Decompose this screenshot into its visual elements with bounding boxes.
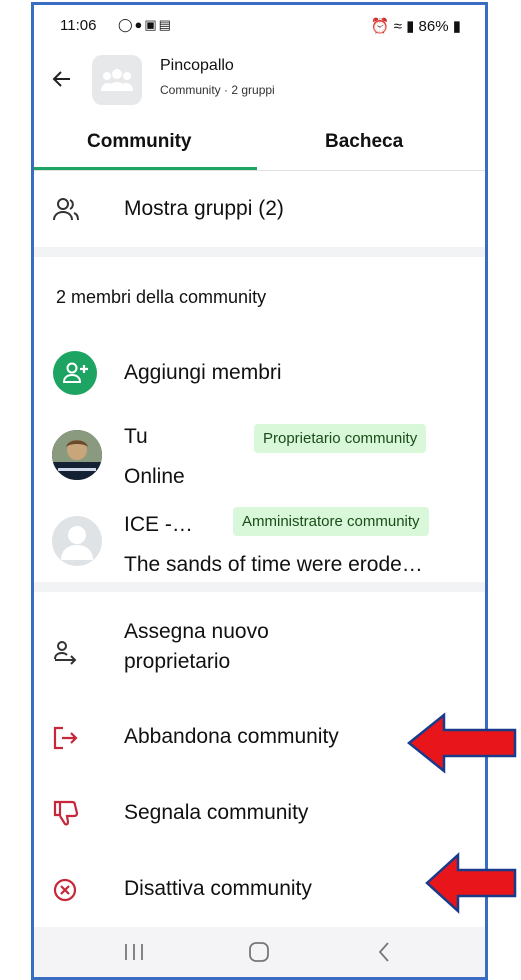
red-arrow-annotation bbox=[425, 852, 517, 914]
notification-icons: ◯●▣▤ bbox=[118, 17, 173, 32]
status-time: 11:06 bbox=[60, 17, 97, 34]
signal-icon: ▮ bbox=[406, 18, 415, 35]
back-arrow-icon[interactable] bbox=[50, 67, 74, 91]
member-status: The sands of time were erode… bbox=[124, 553, 423, 576]
person-transfer-icon bbox=[54, 641, 77, 665]
community-subtitle: Community · 2 gruppi bbox=[160, 83, 275, 97]
exit-icon bbox=[53, 726, 78, 750]
role-badge: Amministratore community bbox=[233, 507, 429, 536]
leave-community-label: Abbandona community bbox=[124, 725, 339, 748]
active-tab-indicator bbox=[34, 167, 257, 170]
member-avatar bbox=[52, 430, 102, 480]
groups-icon bbox=[53, 198, 79, 221]
member-name: ICE -… bbox=[124, 513, 193, 536]
battery-icon: ▮ bbox=[452, 18, 461, 35]
wifi-icon: ≈ bbox=[393, 18, 402, 35]
deactivate-community-label: Disattiva community bbox=[124, 877, 312, 900]
deactivate-community-row[interactable]: Disattiva community bbox=[34, 861, 485, 921]
assign-owner-label: Assegna nuovo proprietario bbox=[124, 620, 269, 673]
member-status: Online bbox=[124, 465, 185, 488]
members-section-title: 2 membri della community bbox=[56, 287, 267, 307]
tab-bacheca[interactable]: Bacheca bbox=[325, 131, 403, 153]
battery-level: 86% bbox=[418, 18, 449, 35]
tab-community[interactable]: Community bbox=[87, 131, 192, 153]
red-arrow-annotation bbox=[406, 712, 517, 774]
report-community-row[interactable]: Segnala community bbox=[34, 785, 485, 845]
recent-apps-icon[interactable] bbox=[122, 942, 146, 962]
section-divider bbox=[34, 247, 485, 257]
member-row[interactable]: ICE -… The sands of time were erode… Amm… bbox=[34, 499, 485, 579]
app-bar: Pincopallo Community · 2 gruppi bbox=[34, 47, 485, 113]
system-nav-bar bbox=[34, 927, 485, 977]
role-badge: Proprietario community bbox=[254, 424, 427, 453]
alarm-icon: ⏰ bbox=[370, 18, 390, 35]
add-person-icon bbox=[63, 362, 88, 383]
member-row[interactable]: Tu Online Proprietario community bbox=[34, 415, 485, 495]
add-members-label: Aggiungi membri bbox=[124, 361, 282, 384]
status-bar: 11:06 ◯●▣▤ ⏰ ≈ ▮ 86% ▮ bbox=[34, 5, 485, 47]
status-right: ⏰ ≈ ▮ 86% ▮ bbox=[371, 17, 461, 35]
home-icon[interactable] bbox=[248, 941, 270, 963]
add-members-row[interactable]: Aggiungi membri bbox=[34, 341, 485, 405]
show-groups-label: Mostra gruppi (2) bbox=[124, 197, 284, 220]
community-group-icon bbox=[101, 69, 133, 91]
community-title[interactable]: Pincopallo bbox=[160, 57, 234, 75]
phone-screen: 11:06 ◯●▣▤ ⏰ ≈ ▮ 86% ▮ Pincopallo Commun… bbox=[31, 2, 488, 980]
add-member-avatar bbox=[53, 351, 97, 395]
circle-x-icon bbox=[53, 878, 77, 902]
show-groups-row[interactable]: Mostra gruppi (2) bbox=[34, 171, 485, 247]
section-divider bbox=[34, 582, 485, 592]
community-avatar[interactable] bbox=[92, 55, 142, 105]
tab-bar: Community Bacheca bbox=[34, 115, 485, 171]
default-person-icon bbox=[61, 526, 93, 560]
back-nav-icon[interactable] bbox=[376, 941, 392, 963]
thumbs-down-icon bbox=[53, 800, 79, 826]
assign-owner-row[interactable]: Assegna nuovo proprietario bbox=[34, 609, 485, 691]
report-community-label: Segnala community bbox=[124, 801, 309, 824]
member-avatar bbox=[52, 516, 102, 566]
member-name: Tu bbox=[124, 425, 148, 448]
